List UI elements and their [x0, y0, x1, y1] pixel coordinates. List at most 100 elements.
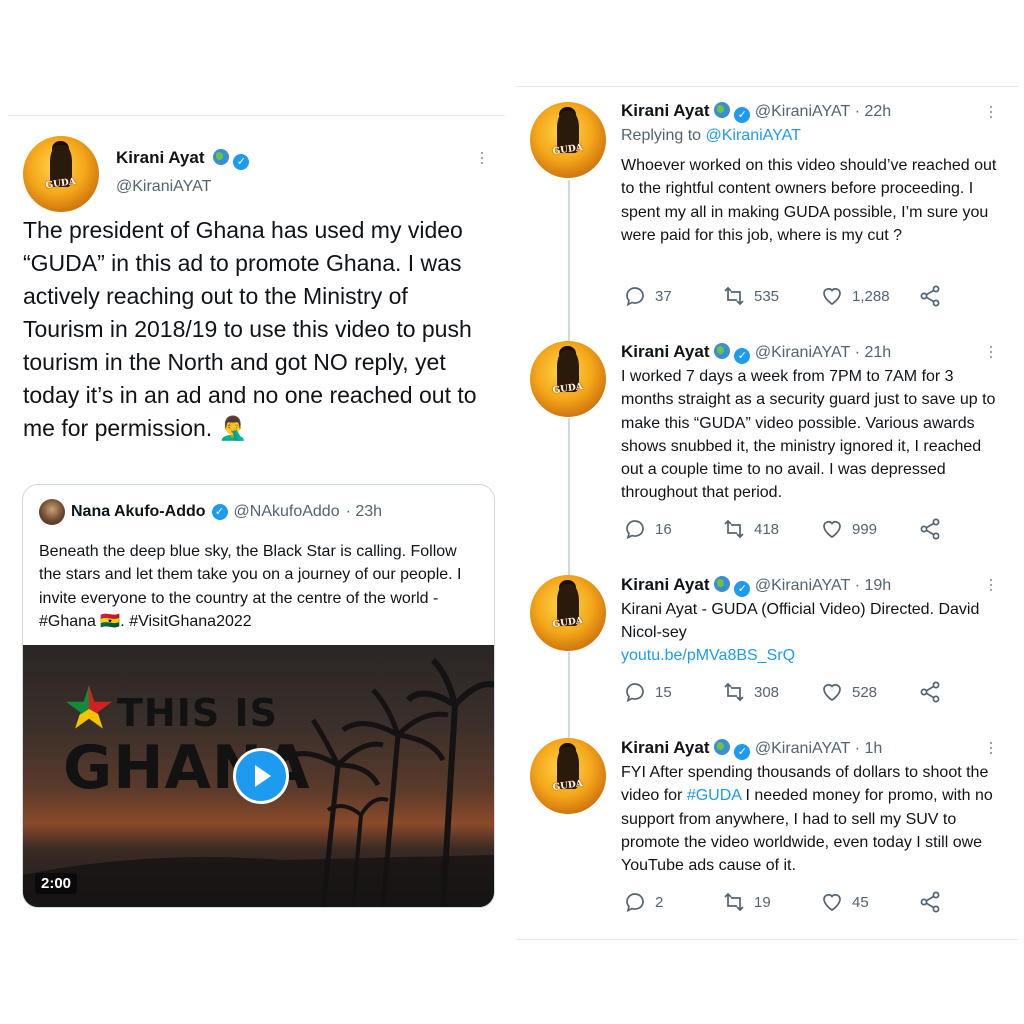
reply-button[interactable]: 16: [623, 517, 672, 541]
main-tweet-card: GUDA Kirani Ayat ✓ @KiraniAYAT · · · The p…: [8, 115, 505, 916]
like-count: 528: [852, 683, 878, 701]
heart-icon: [823, 894, 841, 912]
author-avatar[interactable]: GUDA: [23, 136, 99, 212]
thread-connector-line: [568, 418, 570, 576]
author-name[interactable]: Kirani Ayat: [621, 101, 710, 120]
author-handle[interactable]: @KiraniAYAT: [755, 103, 850, 120]
reply-button[interactable]: 15: [623, 680, 672, 704]
play-button[interactable]: [233, 748, 289, 804]
reply-text: FYI After spending thousands of dollars …: [621, 761, 1006, 877]
retweet-count: 308: [754, 683, 780, 701]
verified-badge-icon: ✓: [211, 504, 228, 520]
retweet-count: 19: [754, 893, 771, 911]
quoted-author-name[interactable]: Nana Akufo-Addo: [71, 503, 206, 521]
verified-badge-icon: ✓: [734, 744, 751, 760]
author-handle[interactable]: @KiraniAYAT: [755, 740, 850, 757]
avatar-text: GUDA: [552, 779, 584, 794]
author-name[interactable]: Kirani Ayat: [621, 342, 710, 361]
like-button[interactable]: 528: [820, 680, 877, 704]
verified-badge-icon: ✓: [734, 581, 751, 597]
author-name[interactable]: Kirani Ayat: [116, 148, 205, 167]
retweet-count: 418: [754, 520, 780, 538]
youtube-link[interactable]: youtu.be/pMVa8BS_SrQ: [621, 644, 795, 667]
author-handle[interactable]: @KiraniAYAT: [755, 577, 850, 594]
like-count: 45: [852, 893, 869, 911]
tweet-time[interactable]: · 22h: [855, 103, 891, 120]
hashtag-link[interactable]: #GUDA: [687, 787, 741, 804]
retweet-icon: [724, 892, 744, 912]
share-button[interactable]: [918, 517, 942, 541]
globe-icon: [713, 739, 730, 755]
video-title-line-1: THIS IS: [117, 691, 278, 735]
main-tweet-text: The president of Ghana has used my video…: [23, 217, 477, 441]
replying-to-link[interactable]: @KiraniAYAT: [706, 127, 801, 144]
share-button[interactable]: [918, 680, 942, 704]
author-avatar[interactable]: GUDA: [530, 738, 606, 814]
reply-icon: [626, 893, 644, 913]
globe-icon: [713, 102, 730, 118]
reply-icon: [626, 287, 644, 307]
video-player[interactable]: THIS IS GHANA 2:00: [23, 645, 494, 907]
globe-icon: [212, 149, 229, 165]
like-button[interactable]: 1,288: [820, 284, 890, 308]
retweet-button[interactable]: 19: [722, 890, 771, 914]
retweet-icon: [724, 286, 744, 306]
reply-button[interactable]: 2: [623, 890, 663, 914]
share-button[interactable]: [918, 284, 942, 308]
author-avatar[interactable]: GUDA: [530, 341, 606, 417]
quoted-author-handle[interactable]: @NAkufoAddo: [234, 503, 340, 521]
play-icon: [255, 765, 271, 787]
share-icon: [920, 891, 940, 913]
like-count: 999: [852, 520, 878, 538]
verified-badge-icon: ✓: [233, 154, 250, 170]
retweet-button[interactable]: 308: [722, 680, 779, 704]
like-button[interactable]: 999: [820, 517, 877, 541]
reply-count: 37: [655, 287, 672, 305]
retweet-button[interactable]: 535: [722, 284, 779, 308]
avatar-text: GUDA: [552, 616, 584, 631]
author-avatar[interactable]: GUDA: [530, 575, 606, 651]
heart-icon: [823, 288, 841, 306]
globe-icon: [713, 576, 730, 592]
author-handle[interactable]: @KiraniAYAT: [116, 178, 211, 196]
reply-text: Kirani Ayat - GUDA (Official Video) Dire…: [621, 601, 980, 642]
video-duration: 2:00: [35, 873, 78, 894]
quoted-author-avatar: [39, 499, 65, 525]
reply-text: I worked 7 days a week from 7PM to 7AM f…: [621, 368, 996, 502]
verified-badge-icon: ✓: [734, 348, 751, 364]
more-options-icon[interactable]: · · ·: [988, 570, 994, 598]
share-icon: [920, 285, 940, 307]
reply-icon: [626, 520, 644, 540]
share-button[interactable]: [918, 890, 942, 914]
share-icon: [920, 681, 940, 703]
tweet-time[interactable]: · 21h: [855, 344, 891, 361]
avatar-text: GUDA: [45, 177, 77, 192]
reply-icon: [626, 683, 644, 703]
like-count: 1,288: [852, 287, 890, 305]
quoted-tweet-text: Beneath the deep blue sky, the Black Sta…: [39, 543, 462, 630]
author-avatar[interactable]: GUDA: [530, 102, 606, 178]
share-icon: [920, 518, 940, 540]
avatar-text: GUDA: [552, 382, 584, 397]
retweet-button[interactable]: 418: [722, 517, 779, 541]
like-button[interactable]: 45: [820, 890, 869, 914]
reply-count: 15: [655, 683, 672, 701]
quoted-tweet[interactable]: Nana Akufo-Addo ✓ @NAkufoAddo · 23h Bene…: [22, 484, 495, 908]
retweet-icon: [724, 682, 744, 702]
more-options-icon[interactable]: · · ·: [479, 143, 485, 171]
more-options-icon[interactable]: · · ·: [988, 97, 994, 125]
more-options-icon[interactable]: · · ·: [988, 733, 994, 761]
heart-icon: [823, 684, 841, 702]
reply-text: Whoever worked on this video should’ve r…: [621, 157, 997, 244]
heart-icon: [823, 521, 841, 539]
reply-count: 2: [655, 893, 664, 911]
more-options-icon[interactable]: · · ·: [988, 337, 994, 365]
tweet-time[interactable]: · 19h: [855, 577, 891, 594]
reply-button[interactable]: 37: [623, 284, 672, 308]
thread-connector-line: [568, 652, 570, 738]
tweet-time[interactable]: · 1h: [855, 740, 883, 757]
author-name[interactable]: Kirani Ayat: [621, 575, 710, 594]
quoted-tweet-time[interactable]: · 23h: [346, 503, 382, 521]
author-name[interactable]: Kirani Ayat: [621, 738, 710, 757]
author-handle[interactable]: @KiraniAYAT: [755, 344, 850, 361]
